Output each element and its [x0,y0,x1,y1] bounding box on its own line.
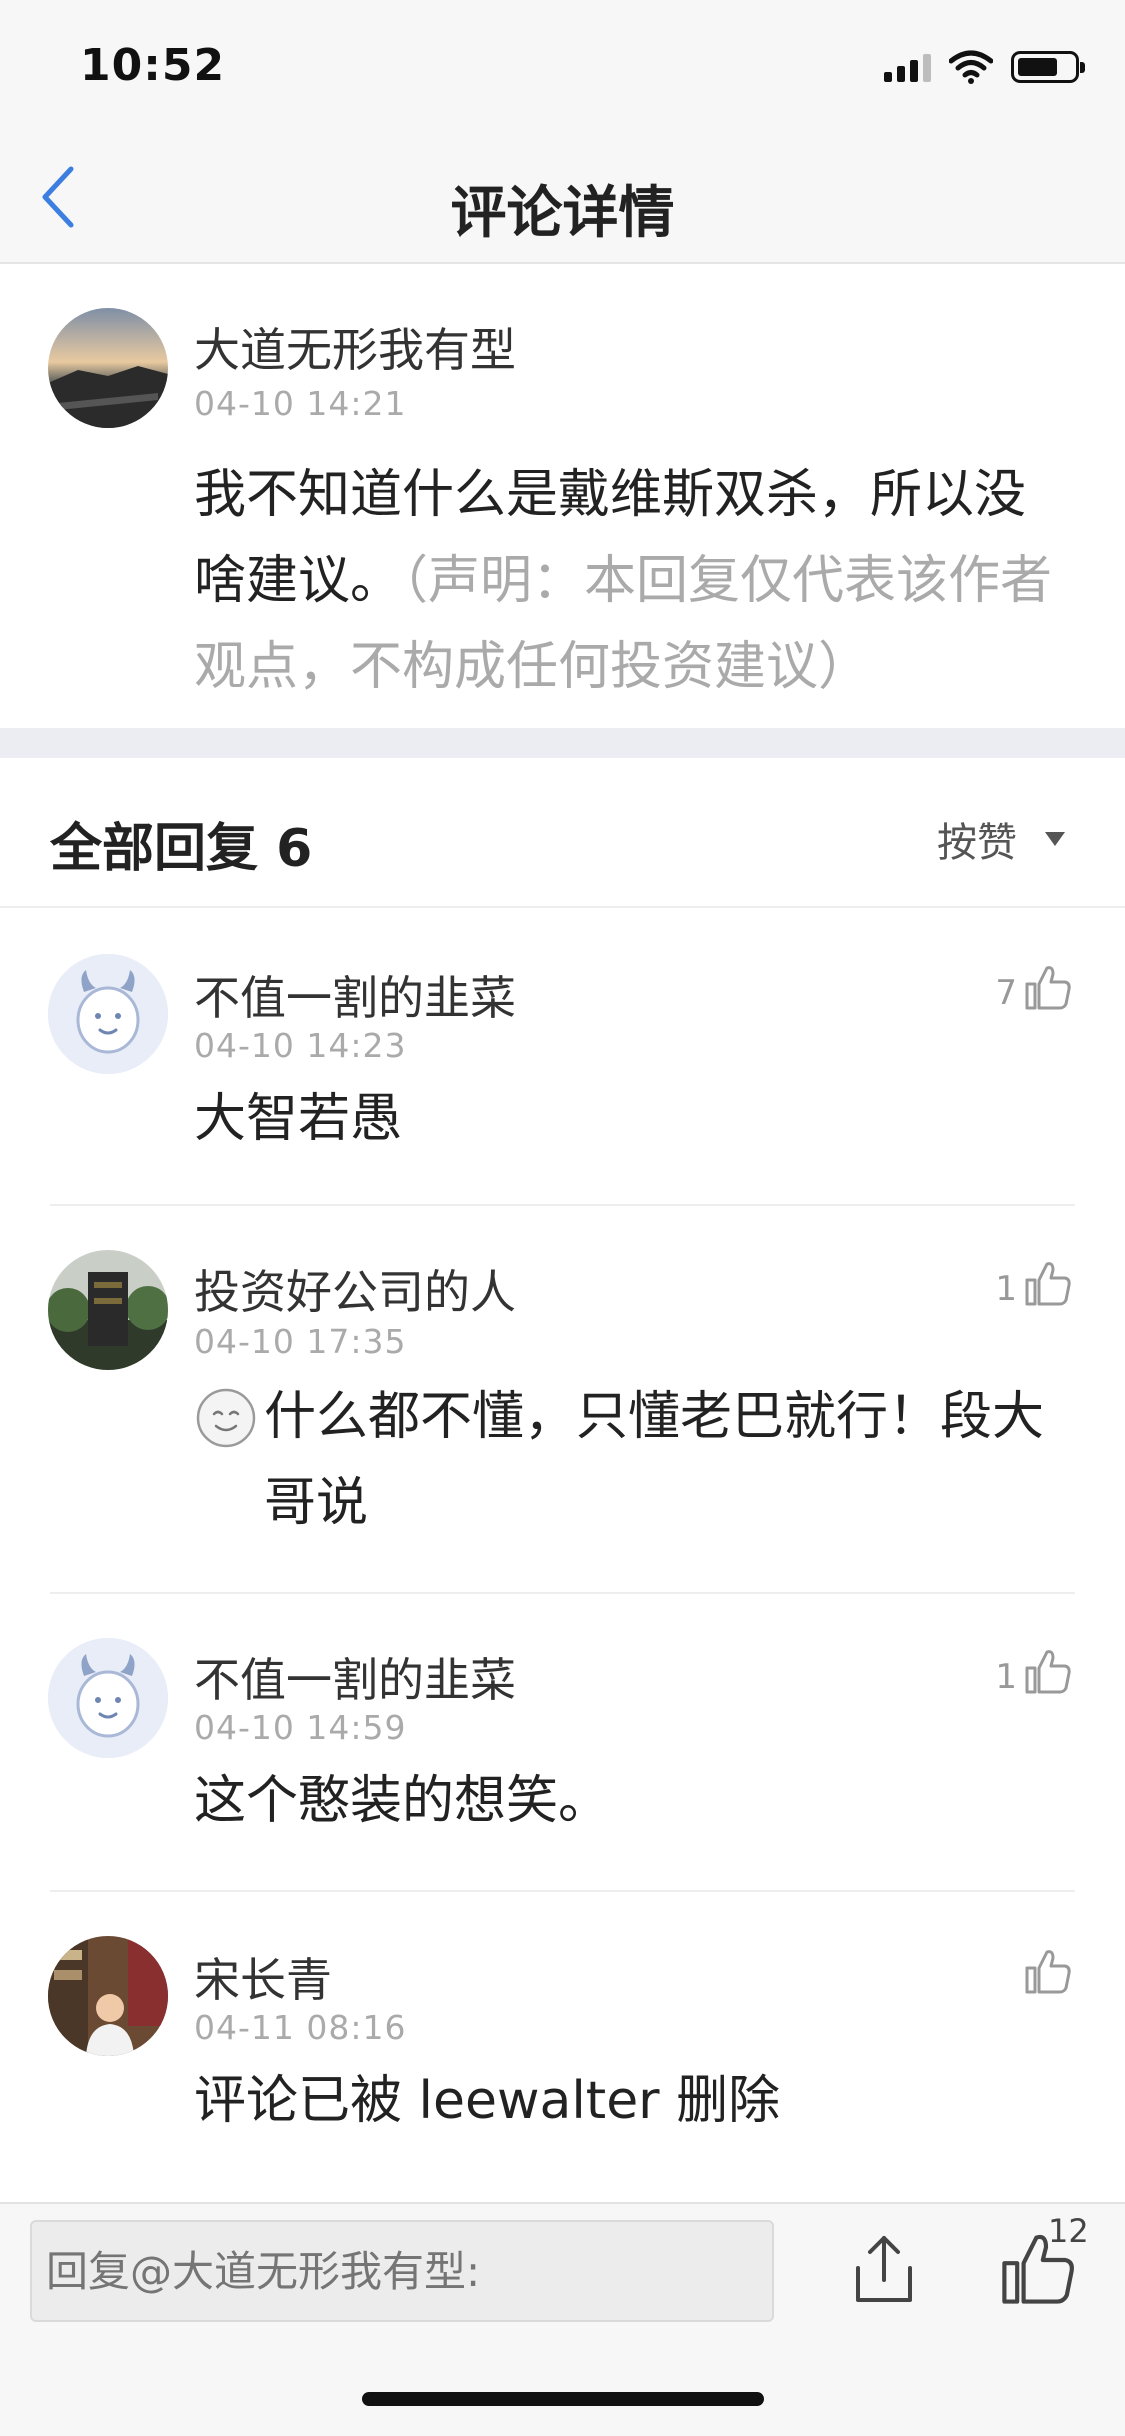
thumbs-up-icon [1025,1262,1071,1306]
comment-text: 我不知道什么是戴维斯双杀，所以没啥建议。（声明：本回复仅代表该作者观点，不构成任… [194,452,1074,710]
avatar[interactable] [48,1250,168,1370]
smile-emoji-icon [196,1388,256,1448]
section-divider [0,728,1125,758]
avatar[interactable] [48,308,168,428]
status-icons [884,50,1085,84]
reply-text: 什么都不懂，只懂老巴就行！段大哥说 [194,1374,1074,1546]
avatar[interactable] [48,1638,168,1758]
reply-like-button[interactable]: 1 [995,1258,1073,1308]
comment-time: 04-10 14:21 [194,384,407,423]
reply-like-count: 7 [995,973,1017,1013]
avatar[interactable] [48,954,168,1074]
avatar[interactable] [48,1936,168,2056]
reply-username[interactable]: 不值一割的韭菜 [194,1644,516,1710]
battery-icon [1011,51,1085,83]
reply-input[interactable] [30,2220,774,2322]
reply-username[interactable]: 投资好公司的人 [194,1256,516,1322]
thumbs-up-icon [1025,1650,1071,1694]
reply-time: 04-10 17:35 [194,1322,407,1361]
main-comment: 大道无形我有型 04-10 14:21 我不知道什么是戴维斯双杀，所以没啥建议。… [0,266,1125,726]
reply-username[interactable]: 不值一割的韭菜 [194,962,516,1028]
thumbs-up-icon [1025,966,1071,1010]
reply-username[interactable]: 宋长青 [194,1944,332,2010]
like-total-badge: 12 [1048,2212,1089,2250]
comment-username[interactable]: 大道无形我有型 [194,314,516,380]
reply-like-button[interactable]: 7 [995,962,1073,1012]
reply-body: 什么都不懂，只懂老巴就行！段大哥说 [264,1387,1045,1533]
thumbs-up-icon [1025,1950,1071,1994]
reply-time: 04-11 08:16 [194,2008,407,2047]
sort-label: 按赞 [937,820,1017,866]
reply-like-button[interactable] [1017,1946,1073,1996]
reply-like-count: 1 [995,1269,1017,1309]
reply-item: 不值一割的韭菜 04-10 14:59 这个憨装的想笑。 1 [0,1594,1125,1892]
signal-icon [884,52,931,82]
replies-title: 全部回复 6 [50,819,313,879]
wifi-icon [949,50,993,84]
nav-bar: 评论详情 [0,132,1125,264]
sort-button[interactable]: 按赞 [937,810,1065,868]
reply-text: 大智若愚 [194,1089,403,1149]
reply-text: 评论已被 leewalter 删除 [194,2071,781,2131]
reply-item: 不值一割的韭菜 04-10 14:23 大智若愚 7 [0,910,1125,1206]
share-icon [856,2236,912,2302]
home-indicator[interactable] [362,2392,764,2406]
reply-text: 这个憨装的想笑。 [194,1771,611,1831]
reply-like-count: 1 [995,1657,1017,1697]
reply-time: 04-10 14:23 [194,1026,407,1065]
reply-like-button[interactable]: 1 [995,1646,1073,1696]
caret-down-icon [1045,832,1065,846]
reply-item: 投资好公司的人 04-10 17:35 什么都不懂，只懂老巴就行！段大哥说 1 [0,1206,1125,1594]
page-title: 评论详情 [450,181,675,246]
reply-item: 宋长青 04-11 08:16 评论已被 leewalter 删除 [0,1892,1125,2190]
status-bar: 10:52 [0,0,1125,132]
share-button[interactable] [848,2232,920,2308]
reply-time: 04-10 14:59 [194,1708,407,1747]
status-time: 10:52 [80,40,226,91]
replies-header: 全部回复 6 按赞 [0,758,1125,908]
